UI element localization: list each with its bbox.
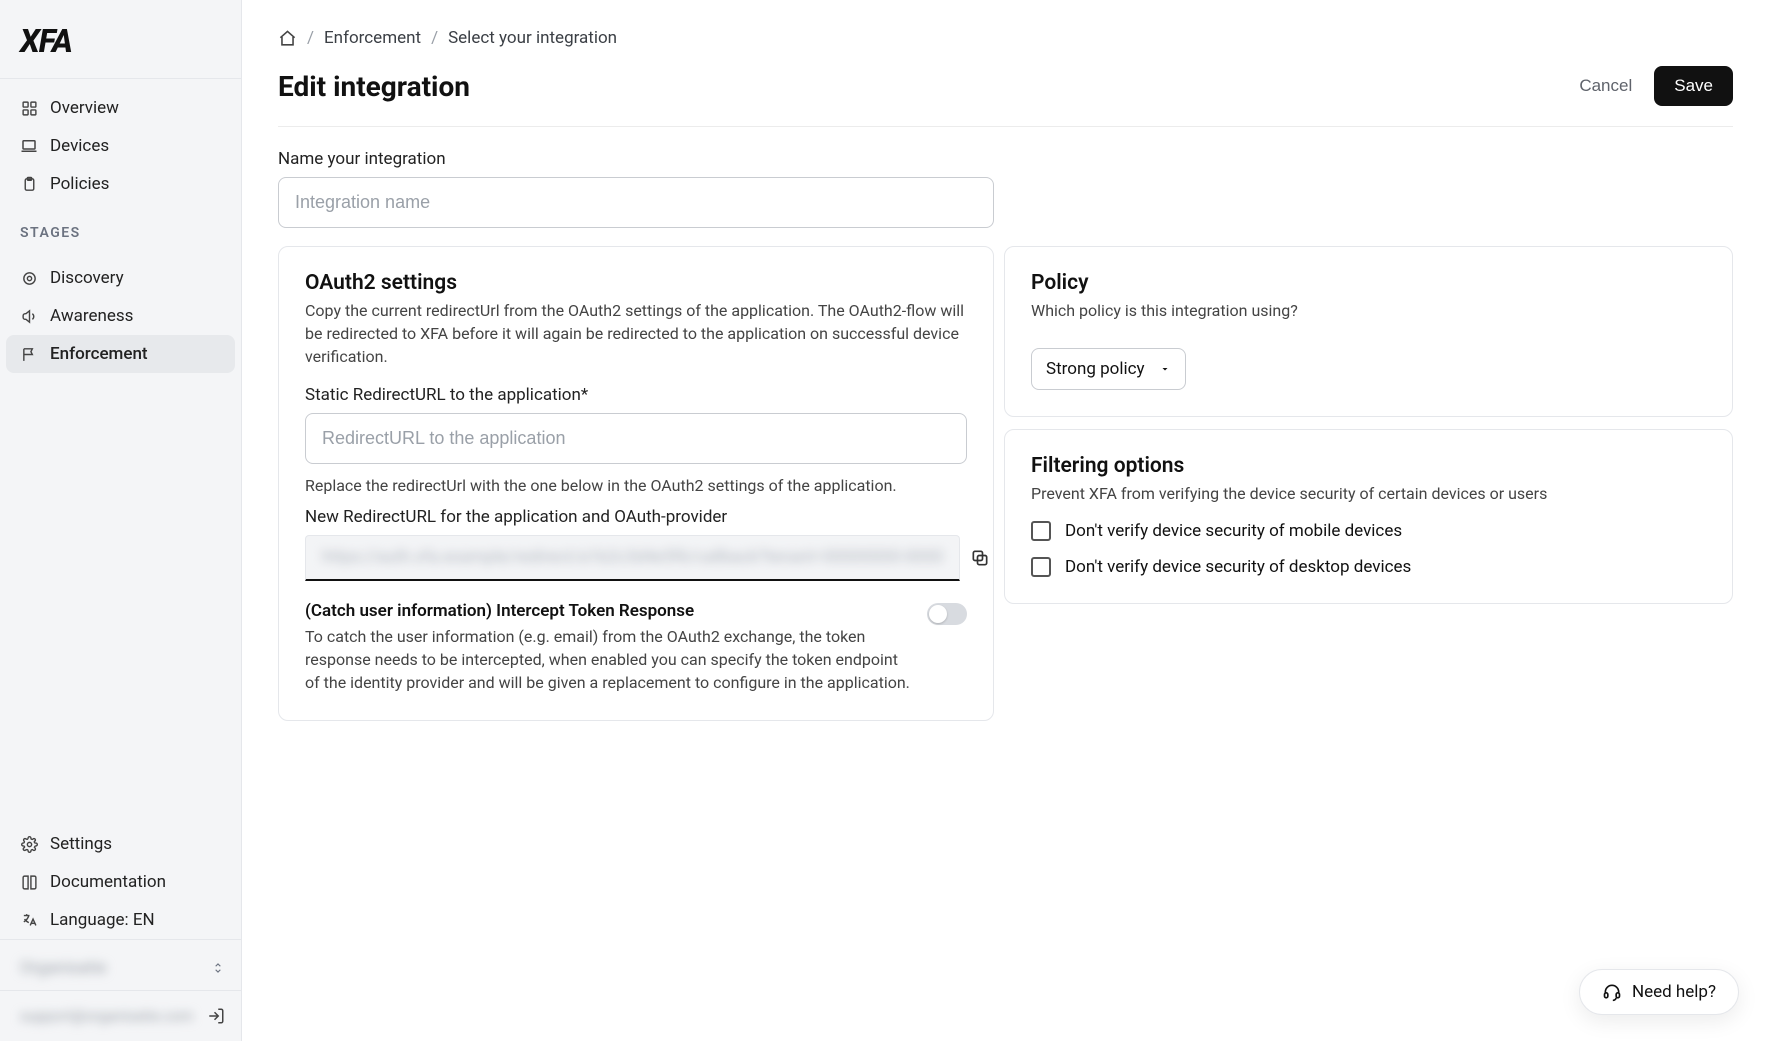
- new-redirect-value: https://auth.xfa.example/redirect/a1b2c3…: [305, 535, 960, 581]
- cancel-button[interactable]: Cancel: [1567, 68, 1644, 104]
- name-label: Name your integration: [278, 149, 994, 169]
- breadcrumb-enforcement[interactable]: Enforcement: [324, 28, 421, 48]
- sort-icon: [211, 959, 225, 977]
- policy-selected-label: Strong policy: [1046, 359, 1145, 379]
- content-columns: OAuth2 settings Copy the current redirec…: [278, 246, 1733, 733]
- sidebar-item-label: Language: EN: [50, 910, 155, 930]
- filter-mobile-label: Don't verify device security of mobile d…: [1065, 521, 1402, 541]
- megaphone-icon: [20, 307, 38, 325]
- sidebar-item-label: Enforcement: [50, 344, 148, 364]
- flag-icon: [20, 345, 38, 363]
- intercept-toggle-desc: To catch the user information (e.g. emai…: [305, 625, 911, 695]
- intercept-toggle[interactable]: [927, 603, 967, 625]
- sidebar: XFA Overview Devices Policies STAGES: [0, 0, 242, 1041]
- page-header: Edit integration Cancel Save: [278, 66, 1733, 127]
- sidebar-item-documentation[interactable]: Documentation: [6, 863, 235, 901]
- new-redirect-label: New RedirectURL for the application and …: [305, 507, 967, 527]
- policy-desc: Which policy is this integration using?: [1031, 299, 1706, 322]
- breadcrumb-sep: /: [307, 28, 314, 48]
- copy-icon: [970, 548, 990, 568]
- name-field-block: Name your integration: [278, 149, 994, 228]
- new-redirect-text: https://auth.xfa.example/redirect/a1b2c3…: [322, 547, 943, 567]
- replace-note: Replace the redirectUrl with the one bel…: [305, 476, 967, 495]
- org-name: Organisatie: [20, 958, 106, 978]
- gear-icon: [20, 835, 38, 853]
- sidebar-item-language[interactable]: Language: EN: [6, 901, 235, 939]
- target-icon: [20, 269, 38, 287]
- sidebar-item-label: Overview: [50, 98, 119, 118]
- sidebar-org-switcher[interactable]: Organisatie: [0, 939, 241, 990]
- static-redirect-input[interactable]: [305, 413, 967, 464]
- right-column: Policy Which policy is this integration …: [1004, 246, 1733, 616]
- intercept-toggle-title: (Catch user information) Intercept Token…: [305, 601, 911, 621]
- page-actions: Cancel Save: [1567, 66, 1733, 106]
- sidebar-item-label: Devices: [50, 136, 109, 156]
- toggle-knob: [929, 605, 947, 623]
- intercept-toggle-row: (Catch user information) Intercept Token…: [305, 601, 967, 695]
- policy-title: Policy: [1031, 271, 1706, 295]
- book-icon: [20, 873, 38, 891]
- sidebar-item-devices[interactable]: Devices: [6, 127, 235, 165]
- sidebar-item-enforcement[interactable]: Enforcement: [6, 335, 235, 373]
- sidebar-item-label: Discovery: [50, 268, 124, 288]
- sidebar-item-discovery[interactable]: Discovery: [6, 259, 235, 297]
- sidebar-user-row: support@organisatie.com: [0, 990, 241, 1041]
- sidebar-item-label: Policies: [50, 174, 109, 194]
- sidebar-item-settings[interactable]: Settings: [6, 825, 235, 863]
- headset-icon: [1602, 982, 1622, 1002]
- sidebar-main-nav: Overview Devices Policies: [0, 79, 241, 207]
- policy-select[interactable]: Strong policy: [1031, 348, 1186, 390]
- breadcrumb-current: Select your integration: [448, 28, 617, 48]
- user-email: support@organisatie.com: [20, 1007, 193, 1025]
- sidebar-bottom-nav: Settings Documentation Language: EN: [0, 819, 241, 939]
- breadcrumb: / Enforcement / Select your integration: [278, 28, 1733, 48]
- new-redirect-row: https://auth.xfa.example/redirect/a1b2c3…: [305, 535, 967, 581]
- save-button[interactable]: Save: [1654, 66, 1733, 106]
- sidebar-item-label: Awareness: [50, 306, 133, 326]
- filter-desktop-checkbox[interactable]: [1031, 557, 1051, 577]
- sidebar-item-label: Settings: [50, 834, 112, 854]
- oauth-desc: Copy the current redirectUrl from the OA…: [305, 299, 967, 369]
- filtering-desc: Prevent XFA from verifying the device se…: [1031, 482, 1706, 505]
- static-redirect-label: Static RedirectURL to the application*: [305, 385, 967, 405]
- grid-icon: [20, 99, 38, 117]
- filtering-card: Filtering options Prevent XFA from verif…: [1004, 429, 1733, 604]
- home-icon[interactable]: [278, 29, 297, 48]
- sidebar-item-policies[interactable]: Policies: [6, 165, 235, 203]
- filter-desktop-label: Don't verify device security of desktop …: [1065, 557, 1411, 577]
- copy-redirect-button[interactable]: [970, 535, 990, 581]
- app-logo[interactable]: XFA: [0, 0, 241, 79]
- clipboard-icon: [20, 175, 38, 193]
- breadcrumb-sep: /: [431, 28, 438, 48]
- logout-icon[interactable]: [207, 1007, 225, 1025]
- translate-icon: [20, 911, 38, 929]
- integration-name-input[interactable]: [278, 177, 994, 228]
- help-label: Need help?: [1632, 982, 1716, 1002]
- filtering-title: Filtering options: [1031, 454, 1706, 478]
- oauth-card: OAuth2 settings Copy the current redirec…: [278, 246, 994, 721]
- filter-mobile-row: Don't verify device security of mobile d…: [1031, 521, 1706, 541]
- policy-card: Policy Which policy is this integration …: [1004, 246, 1733, 417]
- sidebar-stages-heading: STAGES: [0, 207, 241, 249]
- sidebar-item-label: Documentation: [50, 872, 166, 892]
- left-column: OAuth2 settings Copy the current redirec…: [278, 246, 994, 733]
- chevron-down-icon: [1159, 363, 1171, 375]
- filter-mobile-checkbox[interactable]: [1031, 521, 1051, 541]
- oauth-title: OAuth2 settings: [305, 271, 967, 295]
- sidebar-item-overview[interactable]: Overview: [6, 89, 235, 127]
- help-button[interactable]: Need help?: [1579, 969, 1739, 1015]
- sidebar-item-awareness[interactable]: Awareness: [6, 297, 235, 335]
- page-title: Edit integration: [278, 70, 470, 103]
- main-content: / Enforcement / Select your integration …: [242, 0, 1771, 1041]
- laptop-icon: [20, 137, 38, 155]
- sidebar-stages-nav: Discovery Awareness Enforcement: [0, 249, 241, 377]
- filter-desktop-row: Don't verify device security of desktop …: [1031, 557, 1706, 577]
